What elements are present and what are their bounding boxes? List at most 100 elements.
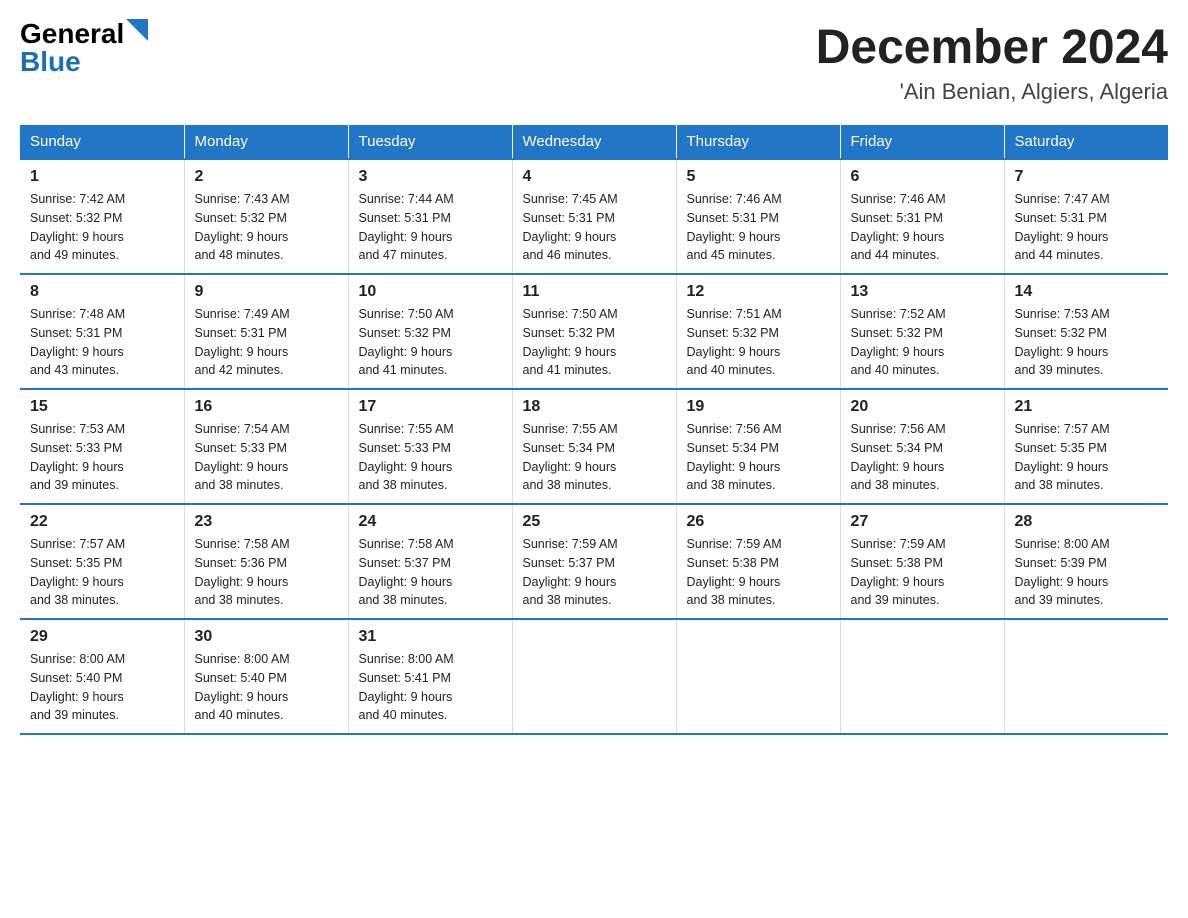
day-detail: Sunrise: 7:58 AMSunset: 5:36 PMDaylight:… bbox=[195, 537, 290, 607]
day-number: 20 bbox=[851, 398, 994, 416]
day-number: 17 bbox=[359, 398, 502, 416]
day-detail: Sunrise: 7:42 AMSunset: 5:32 PMDaylight:… bbox=[30, 192, 125, 262]
day-detail: Sunrise: 7:54 AMSunset: 5:33 PMDaylight:… bbox=[195, 422, 290, 492]
day-number: 19 bbox=[687, 398, 830, 416]
day-detail: Sunrise: 7:45 AMSunset: 5:31 PMDaylight:… bbox=[523, 192, 618, 262]
day-cell: 26 Sunrise: 7:59 AMSunset: 5:38 PMDaylig… bbox=[676, 504, 840, 619]
header-wednesday: Wednesday bbox=[512, 125, 676, 159]
day-number: 29 bbox=[30, 628, 174, 646]
day-number: 16 bbox=[195, 398, 338, 416]
day-number: 6 bbox=[851, 168, 994, 186]
day-cell: 30 Sunrise: 8:00 AMSunset: 5:40 PMDaylig… bbox=[184, 619, 348, 734]
day-number: 27 bbox=[851, 513, 994, 531]
logo: General Blue bbox=[20, 20, 148, 76]
day-detail: Sunrise: 7:49 AMSunset: 5:31 PMDaylight:… bbox=[195, 307, 290, 377]
day-detail: Sunrise: 8:00 AMSunset: 5:40 PMDaylight:… bbox=[30, 652, 125, 722]
day-number: 22 bbox=[30, 513, 174, 531]
day-cell: 25 Sunrise: 7:59 AMSunset: 5:37 PMDaylig… bbox=[512, 504, 676, 619]
day-number: 11 bbox=[523, 283, 666, 301]
day-cell: 23 Sunrise: 7:58 AMSunset: 5:36 PMDaylig… bbox=[184, 504, 348, 619]
day-cell: 24 Sunrise: 7:58 AMSunset: 5:37 PMDaylig… bbox=[348, 504, 512, 619]
day-cell bbox=[840, 619, 1004, 734]
day-number: 3 bbox=[359, 168, 502, 186]
day-detail: Sunrise: 8:00 AMSunset: 5:41 PMDaylight:… bbox=[359, 652, 454, 722]
day-cell: 13 Sunrise: 7:52 AMSunset: 5:32 PMDaylig… bbox=[840, 274, 1004, 389]
calendar-body: 1 Sunrise: 7:42 AMSunset: 5:32 PMDayligh… bbox=[20, 159, 1168, 734]
day-number: 12 bbox=[687, 283, 830, 301]
week-row-5: 29 Sunrise: 8:00 AMSunset: 5:40 PMDaylig… bbox=[20, 619, 1168, 734]
day-cell: 19 Sunrise: 7:56 AMSunset: 5:34 PMDaylig… bbox=[676, 389, 840, 504]
day-number: 30 bbox=[195, 628, 338, 646]
week-row-1: 1 Sunrise: 7:42 AMSunset: 5:32 PMDayligh… bbox=[20, 159, 1168, 274]
day-cell: 27 Sunrise: 7:59 AMSunset: 5:38 PMDaylig… bbox=[840, 504, 1004, 619]
day-detail: Sunrise: 7:44 AMSunset: 5:31 PMDaylight:… bbox=[359, 192, 454, 262]
day-cell: 5 Sunrise: 7:46 AMSunset: 5:31 PMDayligh… bbox=[676, 159, 840, 274]
day-number: 8 bbox=[30, 283, 174, 301]
day-cell: 6 Sunrise: 7:46 AMSunset: 5:31 PMDayligh… bbox=[840, 159, 1004, 274]
day-cell: 11 Sunrise: 7:50 AMSunset: 5:32 PMDaylig… bbox=[512, 274, 676, 389]
header-tuesday: Tuesday bbox=[348, 125, 512, 159]
day-cell: 17 Sunrise: 7:55 AMSunset: 5:33 PMDaylig… bbox=[348, 389, 512, 504]
day-cell: 15 Sunrise: 7:53 AMSunset: 5:33 PMDaylig… bbox=[20, 389, 184, 504]
day-number: 10 bbox=[359, 283, 502, 301]
calendar-header: SundayMondayTuesdayWednesdayThursdayFrid… bbox=[20, 125, 1168, 159]
day-number: 21 bbox=[1015, 398, 1159, 416]
day-detail: Sunrise: 8:00 AMSunset: 5:40 PMDaylight:… bbox=[195, 652, 290, 722]
header-saturday: Saturday bbox=[1004, 125, 1168, 159]
day-cell: 1 Sunrise: 7:42 AMSunset: 5:32 PMDayligh… bbox=[20, 159, 184, 274]
day-detail: Sunrise: 7:57 AMSunset: 5:35 PMDaylight:… bbox=[30, 537, 125, 607]
day-cell: 14 Sunrise: 7:53 AMSunset: 5:32 PMDaylig… bbox=[1004, 274, 1168, 389]
day-number: 24 bbox=[359, 513, 502, 531]
day-detail: Sunrise: 7:50 AMSunset: 5:32 PMDaylight:… bbox=[523, 307, 618, 377]
day-number: 14 bbox=[1015, 283, 1159, 301]
day-cell: 10 Sunrise: 7:50 AMSunset: 5:32 PMDaylig… bbox=[348, 274, 512, 389]
day-cell: 21 Sunrise: 7:57 AMSunset: 5:35 PMDaylig… bbox=[1004, 389, 1168, 504]
day-cell: 16 Sunrise: 7:54 AMSunset: 5:33 PMDaylig… bbox=[184, 389, 348, 504]
day-number: 15 bbox=[30, 398, 174, 416]
day-number: 13 bbox=[851, 283, 994, 301]
logo-blue-text: Blue bbox=[20, 48, 81, 76]
day-detail: Sunrise: 7:55 AMSunset: 5:33 PMDaylight:… bbox=[359, 422, 454, 492]
day-number: 23 bbox=[195, 513, 338, 531]
day-detail: Sunrise: 7:53 AMSunset: 5:33 PMDaylight:… bbox=[30, 422, 125, 492]
day-cell: 7 Sunrise: 7:47 AMSunset: 5:31 PMDayligh… bbox=[1004, 159, 1168, 274]
day-cell: 22 Sunrise: 7:57 AMSunset: 5:35 PMDaylig… bbox=[20, 504, 184, 619]
day-number: 1 bbox=[30, 168, 174, 186]
day-number: 5 bbox=[687, 168, 830, 186]
calendar-table: SundayMondayTuesdayWednesdayThursdayFrid… bbox=[20, 125, 1168, 735]
day-cell: 8 Sunrise: 7:48 AMSunset: 5:31 PMDayligh… bbox=[20, 274, 184, 389]
location-title: 'Ain Benian, Algiers, Algeria bbox=[816, 79, 1168, 105]
day-detail: Sunrise: 8:00 AMSunset: 5:39 PMDaylight:… bbox=[1015, 537, 1110, 607]
day-number: 2 bbox=[195, 168, 338, 186]
day-detail: Sunrise: 7:51 AMSunset: 5:32 PMDaylight:… bbox=[687, 307, 782, 377]
day-cell: 3 Sunrise: 7:44 AMSunset: 5:31 PMDayligh… bbox=[348, 159, 512, 274]
header-sunday: Sunday bbox=[20, 125, 184, 159]
day-cell bbox=[676, 619, 840, 734]
day-number: 18 bbox=[523, 398, 666, 416]
day-cell: 2 Sunrise: 7:43 AMSunset: 5:32 PMDayligh… bbox=[184, 159, 348, 274]
day-cell: 31 Sunrise: 8:00 AMSunset: 5:41 PMDaylig… bbox=[348, 619, 512, 734]
day-detail: Sunrise: 7:46 AMSunset: 5:31 PMDaylight:… bbox=[851, 192, 946, 262]
day-cell: 20 Sunrise: 7:56 AMSunset: 5:34 PMDaylig… bbox=[840, 389, 1004, 504]
day-cell: 28 Sunrise: 8:00 AMSunset: 5:39 PMDaylig… bbox=[1004, 504, 1168, 619]
page-header: General Blue December 2024 'Ain Benian, … bbox=[20, 20, 1168, 105]
day-cell bbox=[512, 619, 676, 734]
logo-general-text: General bbox=[20, 20, 124, 48]
day-detail: Sunrise: 7:59 AMSunset: 5:38 PMDaylight:… bbox=[687, 537, 782, 607]
day-cell: 9 Sunrise: 7:49 AMSunset: 5:31 PMDayligh… bbox=[184, 274, 348, 389]
day-detail: Sunrise: 7:53 AMSunset: 5:32 PMDaylight:… bbox=[1015, 307, 1110, 377]
title-section: December 2024 'Ain Benian, Algiers, Alge… bbox=[816, 20, 1168, 105]
day-cell: 12 Sunrise: 7:51 AMSunset: 5:32 PMDaylig… bbox=[676, 274, 840, 389]
day-detail: Sunrise: 7:56 AMSunset: 5:34 PMDaylight:… bbox=[851, 422, 946, 492]
day-cell bbox=[1004, 619, 1168, 734]
day-number: 26 bbox=[687, 513, 830, 531]
day-detail: Sunrise: 7:47 AMSunset: 5:31 PMDaylight:… bbox=[1015, 192, 1110, 262]
week-row-2: 8 Sunrise: 7:48 AMSunset: 5:31 PMDayligh… bbox=[20, 274, 1168, 389]
day-cell: 29 Sunrise: 8:00 AMSunset: 5:40 PMDaylig… bbox=[20, 619, 184, 734]
day-detail: Sunrise: 7:56 AMSunset: 5:34 PMDaylight:… bbox=[687, 422, 782, 492]
day-number: 4 bbox=[523, 168, 666, 186]
day-detail: Sunrise: 7:57 AMSunset: 5:35 PMDaylight:… bbox=[1015, 422, 1110, 492]
day-detail: Sunrise: 7:58 AMSunset: 5:37 PMDaylight:… bbox=[359, 537, 454, 607]
day-number: 31 bbox=[359, 628, 502, 646]
day-detail: Sunrise: 7:48 AMSunset: 5:31 PMDaylight:… bbox=[30, 307, 125, 377]
